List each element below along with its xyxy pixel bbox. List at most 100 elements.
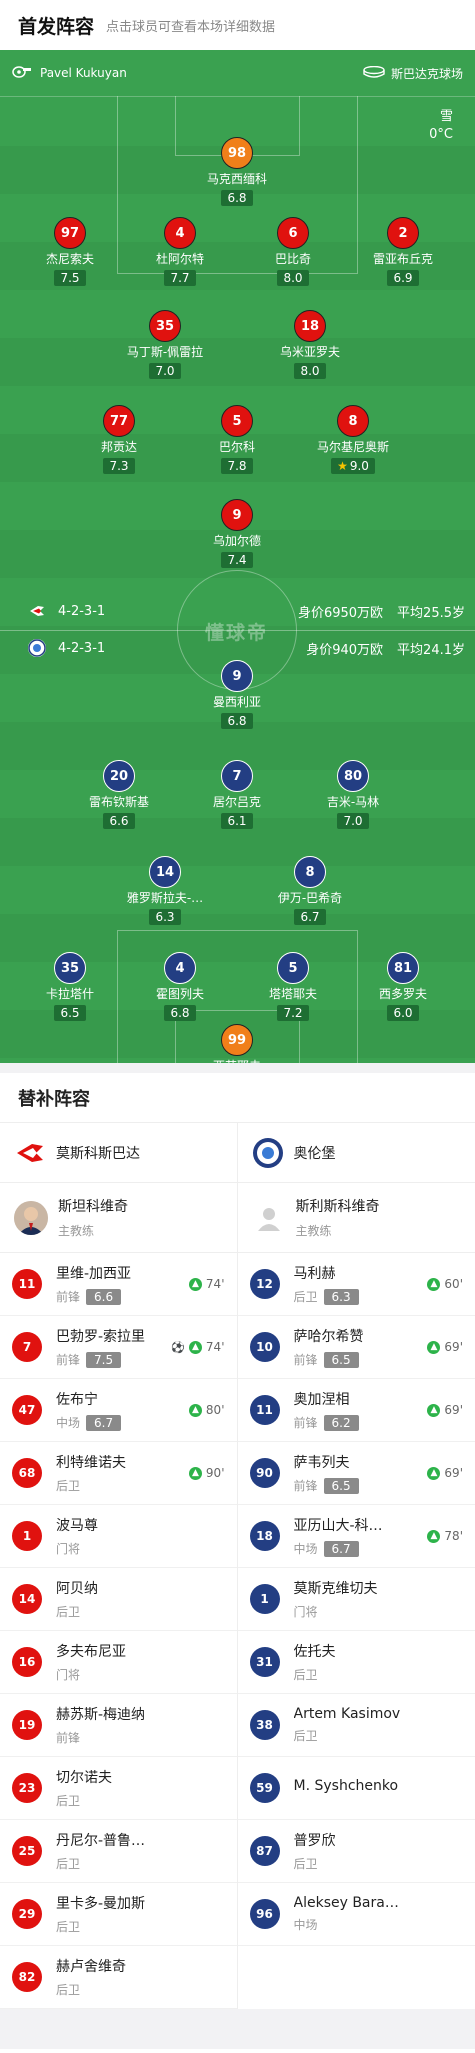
sub-position: 后卫 <box>293 1729 318 1743</box>
home-market-value: 身价6950万欧 <box>297 605 384 621</box>
player-name: 雷亚布丘克 <box>372 252 433 266</box>
away-sub-row[interactable]: 87 普罗欣 后卫 <box>237 1820 475 1883</box>
sub-player-name: 丹尼尔-普鲁… <box>56 1833 146 1849</box>
home-sub-row[interactable]: 23 切尔诺夫 后卫 <box>0 1757 237 1820</box>
player-name: 乌米亚罗夫 <box>279 345 340 359</box>
sub-player-name: 巴勃罗-索拉里 <box>56 1329 146 1345</box>
rating-value: 9.0 <box>349 459 369 473</box>
sub-position: 后卫 <box>293 1857 318 1871</box>
away-player-0[interactable]: 9 曼西利亚 6.8 <box>182 660 292 729</box>
player-name: 杰尼索夫 <box>45 252 94 266</box>
away-sub-row[interactable]: 59 M. Syshchenko <box>237 1757 475 1820</box>
away-player-5[interactable]: 8 伊万-巴希奇 6.7 <box>255 856 365 925</box>
home-sub-row[interactable]: 82 赫卢舍维奇 后卫 <box>0 1946 237 2009</box>
player-shirt-number: 81 <box>387 952 419 984</box>
away-sub-row[interactable]: 90 萨韦列夫 前锋 6.5 ▲ 69' <box>237 1442 475 1505</box>
rating-value: 8.0 <box>283 271 303 285</box>
rating-value: 6.8 <box>227 191 247 205</box>
away-coach-row[interactable]: 斯利斯科维奇 主教练 <box>237 1183 475 1253</box>
pitch: 懂球帝 Pavel Kukuyan 斯巴达克球场 雪 0°C 4-2-3-1 身… <box>0 50 475 1063</box>
away-player-10[interactable]: 99西苏耶夫6.9 <box>182 1024 292 1063</box>
away-player-2[interactable]: 7 居尔吕克 6.1 <box>182 760 292 829</box>
pitch-top-bar: Pavel Kukuyan 斯巴达克球场 <box>0 50 475 96</box>
home-team-row[interactable]: 莫斯科斯巴达 <box>0 1123 237 1183</box>
away-player-4[interactable]: 14 雅罗斯拉夫-… 6.3 <box>110 856 220 925</box>
away-player-9[interactable]: 81 西多罗夫 6.0 <box>348 952 458 1021</box>
player-name: 西苏耶夫 <box>182 1059 292 1063</box>
home-player-3[interactable]: 6 巴比奇 8.0 <box>238 217 348 286</box>
sub-position: 前锋 <box>56 1290 81 1304</box>
away-player-3[interactable]: 80 吉米-马林 7.0 <box>298 760 408 829</box>
home-player-0[interactable]: 98 马克西缅科 6.8 <box>182 137 292 206</box>
home-sub-row[interactable]: 47 佐布宁 中场 6.7 ▲ 80' <box>0 1379 237 1442</box>
sub-player-name: 佐布宁 <box>56 1392 98 1408</box>
home-player-6[interactable]: 18 乌米亚罗夫 8.0 <box>255 310 365 379</box>
player-rating: 6.5 <box>54 1005 86 1021</box>
player-shirt-number: 5 <box>277 952 309 984</box>
away-sub-row[interactable]: 1 莫斯克维切夫 门将 <box>237 1568 475 1631</box>
away-sub-row[interactable]: 10 萨哈尔希赞 前锋 6.5 ▲ 69' <box>237 1316 475 1379</box>
home-team-name: 莫斯科斯巴达 <box>56 1145 140 1162</box>
home-subs-column: 莫斯科斯巴达 斯坦科维奇 主教练 11 里维-加西亚 前锋 6.6 ▲ 74' 7 巴勃罗-索… <box>0 1123 238 2009</box>
rating-value: 8.0 <box>300 364 320 378</box>
home-sub-row[interactable]: 19 赫苏斯-梅迪纳 前锋 <box>0 1694 237 1757</box>
home-sub-row[interactable]: 14 阿贝纳 后卫 <box>0 1568 237 1631</box>
player-rating: 6.8 <box>221 713 253 729</box>
sub-position: 前锋 <box>293 1416 318 1430</box>
home-coach-name: 斯坦科维奇 <box>58 1199 128 1215</box>
away-sub-row[interactable]: 18 亚历山大-科… 中场 6.7 ▲ 78' <box>237 1505 475 1568</box>
home-player-1[interactable]: 97 杰尼索夫 7.5 <box>15 217 125 286</box>
home-player-7[interactable]: 77 邦贡达 7.3 <box>64 405 174 474</box>
sub-shirt-number: 23 <box>12 1773 42 1803</box>
sub-position: 后卫 <box>56 1920 81 1934</box>
player-name: 邦贡达 <box>100 440 137 454</box>
home-sub-row[interactable]: 11 里维-加西亚 前锋 6.6 ▲ 74' <box>0 1253 237 1316</box>
player-shirt-number: 97 <box>54 217 86 249</box>
sub-position: 中场 <box>56 1416 81 1430</box>
away-player-6[interactable]: 35 卡拉塔什 6.5 <box>15 952 125 1021</box>
away-player-8[interactable]: 5 塔塔耶夫 7.2 <box>238 952 348 1021</box>
away-team-row[interactable]: 奥伦堡 <box>237 1123 475 1183</box>
sub-player-name: 奥加涅相 <box>293 1392 350 1408</box>
player-name: 卡拉塔什 <box>45 987 94 1001</box>
home-player-8[interactable]: 5 巴尔科 7.8 <box>182 405 292 474</box>
home-player-10[interactable]: 9 乌加尔德 7.4 <box>182 499 292 568</box>
sub-rating: 6.5 <box>323 1351 359 1368</box>
home-coach-role: 主教练 <box>58 1224 95 1238</box>
home-player-4[interactable]: 2 雷亚布丘克 6.9 <box>348 217 458 286</box>
player-shirt-number: 9 <box>221 660 253 692</box>
avatar-placeholder-icon <box>251 1200 286 1235</box>
lineup-title: 首发阵容 <box>18 15 95 38</box>
home-sub-row[interactable]: 68 利特维诺夫 后卫 ▲ 90' <box>0 1442 237 1505</box>
home-coach-row[interactable]: 斯坦科维奇 主教练 <box>0 1183 237 1253</box>
home-sub-row[interactable]: 7 巴勃罗-索拉里 前锋 7.5 ⚽ ▲ 74' <box>0 1316 237 1379</box>
away-sub-row[interactable]: 31 佐托夫 后卫 <box>237 1631 475 1694</box>
home-sub-row[interactable]: 29 里卡多-曼加斯 后卫 <box>0 1883 237 1946</box>
home-sub-row[interactable]: 16 多夫布尼亚 门将 <box>0 1631 237 1694</box>
home-team-info: 4-2-3-1 身价6950万欧 平均25.5岁 <box>0 600 475 622</box>
away-sub-row[interactable]: 38 Artem Kasimov 后卫 <box>237 1694 475 1757</box>
home-sub-row[interactable]: 25 丹尼尔-普鲁… 后卫 <box>0 1820 237 1883</box>
player-name: 霍图列夫 <box>155 987 204 1001</box>
sub-player-name: 佐托夫 <box>293 1644 336 1660</box>
player-shirt-number: 9 <box>221 499 253 531</box>
home-sub-row[interactable]: 1 波马尊 门将 <box>0 1505 237 1568</box>
home-player-9[interactable]: 8 马尔基尼奥斯 ★ 9.0 <box>298 405 408 474</box>
sub-shirt-number: 47 <box>12 1395 42 1425</box>
sub-position: 前锋 <box>293 1353 318 1367</box>
sub-shirt-number: 19 <box>12 1710 42 1740</box>
sub-position: 后卫 <box>293 1668 318 1682</box>
player-name: 巴比奇 <box>274 252 311 266</box>
away-sub-row[interactable]: 12 马利赫 后卫 6.3 ▲ 60' <box>237 1253 475 1316</box>
player-rating: 6.1 <box>221 813 253 829</box>
sub-in-arrow-icon: ▲ <box>188 1277 202 1291</box>
away-sub-row[interactable]: 11 奥加涅相 前锋 6.2 ▲ 69' <box>237 1379 475 1442</box>
home-player-5[interactable]: 35 马丁斯-佩雷拉 7.0 <box>110 310 220 379</box>
sub-player-name: 普罗欣 <box>293 1833 336 1849</box>
home-player-2[interactable]: 4 杜阿尔特 7.7 <box>125 217 235 286</box>
away-sub-row[interactable]: 96 Aleksey Bara… 中场 <box>237 1883 475 1946</box>
away-player-7[interactable]: 4 霍图列夫 6.8 <box>125 952 235 1021</box>
sub-player-name: 莫斯克维切夫 <box>293 1581 378 1597</box>
lineup-subtitle: 点击球员可查看本场详细数据 <box>106 19 276 35</box>
away-player-1[interactable]: 20 雷布钦斯基 6.6 <box>64 760 174 829</box>
